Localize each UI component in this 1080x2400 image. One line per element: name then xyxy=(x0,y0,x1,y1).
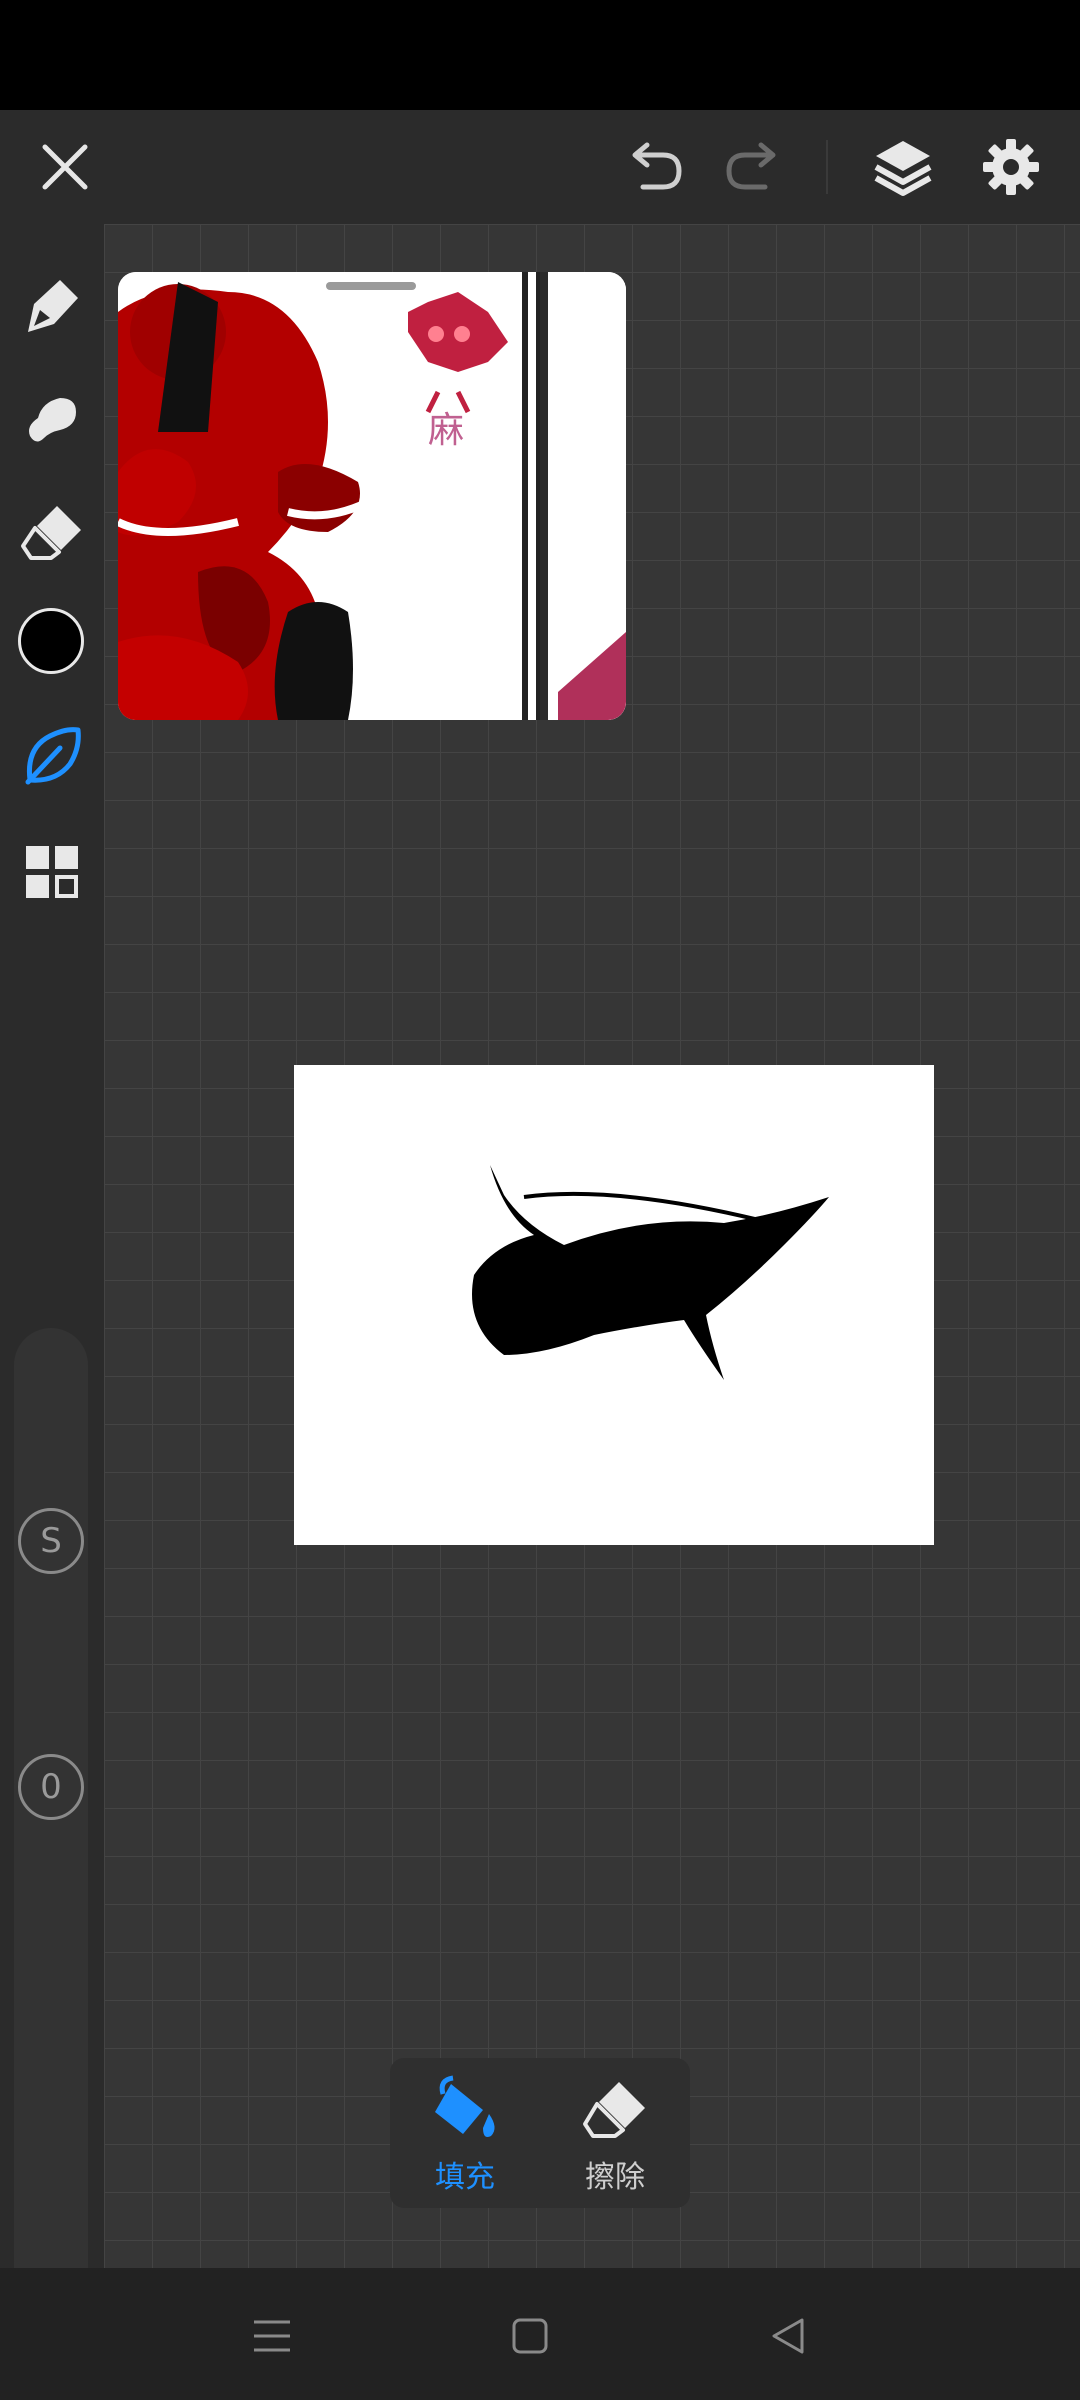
erase-mode-button[interactable]: 擦除 xyxy=(540,2058,690,2208)
eraser-icon xyxy=(583,2082,645,2138)
smudge-tool-button[interactable] xyxy=(14,380,90,456)
fill-mode-popup: 填充 擦除 xyxy=(390,2058,690,2208)
color-picker[interactable] xyxy=(18,608,84,674)
leaf-icon xyxy=(25,727,81,785)
top-toolbar xyxy=(0,110,1080,224)
back-button[interactable] xyxy=(760,2308,816,2364)
redo-icon xyxy=(726,142,776,190)
opacity-slider[interactable]: 0 xyxy=(14,1754,88,2350)
tool-sidebar: S 0 xyxy=(0,224,104,2350)
undo-icon xyxy=(632,142,682,190)
home-icon xyxy=(512,2318,548,2354)
pen-icon xyxy=(28,280,78,332)
layers-icon xyxy=(874,141,932,196)
undo-button[interactable] xyxy=(620,132,690,202)
close-button[interactable] xyxy=(30,132,100,202)
fill-label: 填充 xyxy=(435,2160,495,2195)
toolbar-divider xyxy=(826,140,828,194)
redo-button[interactable] xyxy=(718,132,788,202)
fill-mode-button[interactable]: 填充 xyxy=(390,2058,540,2208)
paint-bucket-icon xyxy=(435,2075,495,2137)
recent-apps-button[interactable] xyxy=(244,2308,300,2364)
reference-image-panel[interactable]: 麻 xyxy=(118,272,626,720)
size-label: S xyxy=(40,1521,62,1561)
back-icon xyxy=(772,2318,804,2354)
erase-label: 擦除 xyxy=(585,2160,645,2195)
opacity-label: 0 xyxy=(40,1767,62,1807)
eraser-tool-button[interactable] xyxy=(14,494,90,570)
grid-icon xyxy=(26,846,78,898)
opacity-slider-knob[interactable]: 0 xyxy=(18,1754,84,1820)
system-nav-bar xyxy=(0,2268,1080,2400)
layers-button[interactable] xyxy=(866,130,940,204)
drag-handle[interactable] xyxy=(326,282,416,290)
smudge-icon xyxy=(29,398,76,442)
pen-tool-button[interactable] xyxy=(14,268,90,344)
fill-tool-button[interactable] xyxy=(14,718,90,794)
eraser-icon xyxy=(21,506,81,560)
settings-button[interactable] xyxy=(974,130,1048,204)
drawing-strokes xyxy=(472,1165,829,1380)
svg-text:麻: 麻 xyxy=(428,410,464,451)
size-slider-knob[interactable]: S xyxy=(18,1508,84,1574)
home-button[interactable] xyxy=(502,2308,558,2364)
drawing-canvas[interactable] xyxy=(294,1065,934,1545)
close-icon xyxy=(42,144,88,190)
reference-image: 麻 xyxy=(118,272,626,720)
gear-icon xyxy=(983,139,1039,195)
status-bar xyxy=(0,0,1080,110)
grid-tool-button[interactable] xyxy=(14,834,90,910)
menu-icon xyxy=(254,2320,290,2352)
